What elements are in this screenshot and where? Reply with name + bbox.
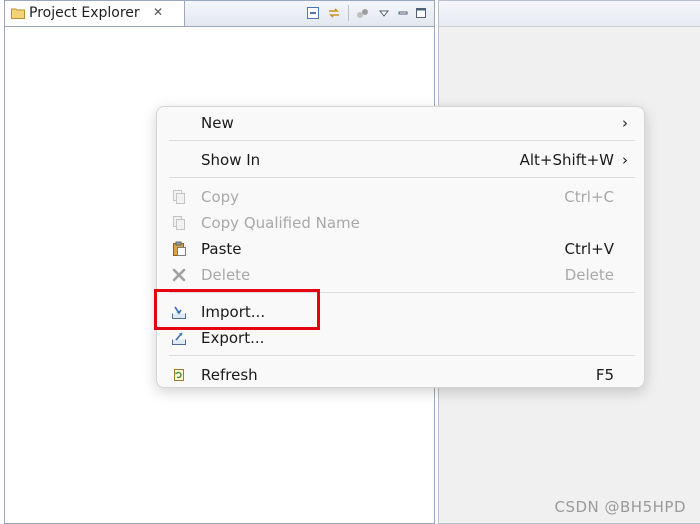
copy-icon [173,190,185,204]
export-icon [172,332,186,345]
copy-qualified-name-icon [173,216,185,230]
menu-item-copy[interactable]: Copy Ctrl+C [157,185,644,209]
menu-item-label: Show In [201,151,261,169]
menu-item-label: New [201,114,234,132]
menu-item-shortcut: Delete [564,266,614,284]
toolbar-divider [348,5,349,21]
view-menu-icon[interactable] [377,6,391,20]
menu-item-label: Export... [201,329,265,347]
chevron-right-icon: › [622,151,628,169]
menu-item-label: Paste [201,240,242,258]
folder-icon [11,8,25,19]
close-icon[interactable]: ✕ [153,5,163,19]
menu-item-delete[interactable]: Delete Delete [157,263,644,287]
menu-item-label: Copy Qualified Name [201,214,360,232]
menu-item-label: Copy [201,188,240,206]
view-header: Project Explorer ✕ [5,1,434,27]
menu-item-copy-qualified-name[interactable]: Copy Qualified Name [157,211,644,235]
menu-item-new[interactable]: New › [157,111,644,135]
minimize-icon[interactable] [396,6,410,20]
tab-project-explorer[interactable]: Project Explorer ✕ [5,1,185,26]
menu-item-shortcut: Ctrl+C [564,188,614,206]
collapse-all-icon[interactable] [306,6,320,20]
menu-item-refresh[interactable]: Refresh F5 [157,363,644,387]
menu-item-paste[interactable]: Paste Ctrl+V [157,237,644,261]
menu-item-shortcut: Ctrl+V [564,240,614,258]
context-menu: New › Show In Alt+Shift+W › Copy Ctrl+C … [156,106,645,388]
editor-header [439,1,700,27]
highlight-annotation-box [154,289,320,330]
watermark: CSDN @BH5HPD [554,498,686,516]
menu-separator [169,140,635,141]
menu-item-label: Refresh [201,366,258,384]
menu-separator [169,355,635,356]
maximize-icon[interactable] [414,6,428,20]
view-title: Project Explorer [29,5,140,21]
filters-icon[interactable] [356,6,370,20]
paste-icon [173,241,186,256]
menu-item-shortcut: Alt+Shift+W [519,151,614,169]
menu-item-label: Delete [201,266,251,284]
screen: Project Explorer ✕ New › Show In Alt+Shi… [0,0,700,524]
delete-icon [172,268,186,282]
menu-item-show-in[interactable]: Show In Alt+Shift+W › [157,148,644,172]
link-with-editor-icon[interactable] [327,6,341,20]
chevron-right-icon: › [622,114,628,132]
refresh-icon [174,369,184,381]
menu-item-shortcut: F5 [595,366,614,384]
menu-separator [169,177,635,178]
